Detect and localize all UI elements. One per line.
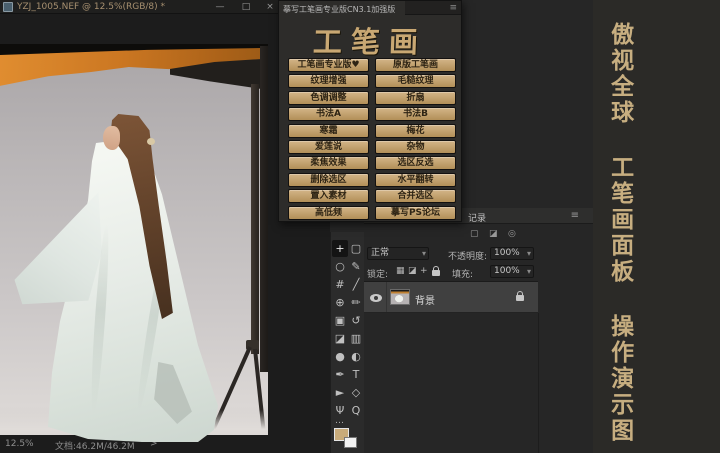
blur-tool-icon[interactable]: ● — [332, 348, 348, 365]
photoshop-screen: YZJ_1005.NEF @ 12.5%(RGB/8) * — □ × — [0, 0, 720, 453]
gongbi-tab-label: 摹写工笔画专业版CN3.1加强版 — [283, 4, 403, 15]
vertical-banner-text: 傲视全球 工笔画面板 操作演示图 — [605, 22, 633, 446]
gongbi-button-grid: 工笔画专业版♥ 原版工笔画 纹理增强 毛糙纹理 色调调整 折扇 书法A 书法B … — [288, 58, 456, 220]
photo-light-stand-pole — [251, 84, 259, 354]
gongbi-button-plum-blossom[interactable]: 梅花 — [375, 124, 456, 138]
layers-lock-row: 锁定: ▦ ◪ + 填充: 100% ▾ — [364, 263, 593, 281]
gongbi-button-place-material[interactable]: 置入素材 — [288, 189, 369, 203]
gongbi-button-texture-enhance[interactable]: 纹理增强 — [288, 74, 369, 88]
shape-tool-icon[interactable]: ◇ — [348, 384, 364, 401]
filter-pixel-icon[interactable]: ▢ — [470, 229, 479, 239]
gongbi-button-flip-horizontal[interactable]: 水平翻转 — [375, 173, 456, 187]
layer-lock-icon — [516, 295, 524, 301]
history-brush-tool-icon[interactable]: ↺ — [348, 312, 364, 329]
gongbi-button-lotus[interactable]: 爱莲说 — [288, 140, 369, 154]
gongbi-tab[interactable]: 摹写工笔画专业版CN3.1加强版 — [279, 1, 405, 15]
photo-hair-accessory — [147, 138, 155, 145]
right-banner: 傲视全球 工笔画面板 操作演示图 — [593, 0, 720, 453]
gongbi-button-soft-focus[interactable]: 柔焦效果 — [288, 156, 369, 170]
pen-tool-icon[interactable]: ✒ — [332, 366, 348, 383]
layer-row-background[interactable]: 背景 — [364, 281, 538, 313]
clone-stamp-tool-icon[interactable]: ▣ — [332, 312, 348, 329]
healing-brush-tool-icon[interactable]: ⊕ — [332, 294, 348, 311]
minimize-button[interactable]: — — [212, 1, 228, 13]
zoom-level-field[interactable]: 12.5% — [5, 439, 34, 449]
crop-tool-icon[interactable]: # — [332, 276, 348, 293]
fill-select[interactable]: 100% ▾ — [490, 265, 534, 278]
gongbi-button-forum[interactable]: 摹写PS论坛 — [375, 206, 456, 220]
brush-tool-icon[interactable]: ✏ — [348, 294, 364, 311]
document-file-icon — [3, 2, 13, 12]
eraser-tool-icon[interactable]: ◪ — [332, 330, 348, 347]
gongbi-button-original[interactable]: 原版工笔画 — [375, 58, 456, 72]
opacity-value: 100% — [494, 248, 520, 258]
lock-all-icon[interactable] — [432, 270, 440, 276]
close-button[interactable]: × — [262, 1, 278, 13]
gongbi-button-rough-texture[interactable]: 毛糙纹理 — [375, 74, 456, 88]
panel-menu-icon[interactable]: ≡ — [571, 210, 579, 221]
dodge-tool-icon[interactable]: ◐ — [348, 348, 364, 365]
tools-panel: + ▢ ○ ✎ # ╱ ⊕ ✏ ▣ ↺ ◪ ▥ ● ◐ ✒ T ► ◇ Ψ Q … — [330, 232, 364, 453]
gongbi-button-invert-selection[interactable]: 选区反选 — [375, 156, 456, 170]
lock-transparent-icon[interactable]: ▦ — [396, 266, 405, 276]
gongbi-button-folding-fan[interactable]: 折扇 — [375, 91, 456, 105]
tools-grid: + ▢ ○ ✎ # ╱ ⊕ ✏ ▣ ↺ ◪ ▥ ● ◐ ✒ T ► ◇ Ψ Q — [331, 240, 365, 419]
gongbi-button-frost[interactable]: 寒霜 — [288, 124, 369, 138]
chevron-down-icon: ▾ — [527, 266, 531, 277]
lock-position-icon[interactable]: + — [420, 266, 428, 276]
document-title: YZJ_1005.NEF @ 12.5%(RGB/8) * — [17, 2, 165, 12]
layer-name: 背景 — [415, 292, 435, 307]
tab-history[interactable]: 记录 — [468, 211, 486, 224]
layer-thumbnail[interactable] — [390, 289, 410, 305]
fill-value: 100% — [494, 266, 520, 276]
divider — [386, 282, 387, 312]
gongbi-button-frequency-separation[interactable]: 高低频 — [288, 206, 369, 220]
move-tool-icon[interactable]: + — [332, 240, 348, 257]
blend-mode-select[interactable]: 正常 ▾ — [367, 247, 429, 260]
photo-frame-edge — [260, 46, 268, 372]
quick-select-tool-icon[interactable]: ✎ — [348, 258, 364, 275]
lock-label: 锁定: — [367, 267, 388, 280]
maximize-button[interactable]: □ — [238, 1, 254, 13]
gongbi-extension-panel: 摹写工笔画专业版CN3.1加强版 ≡ 工笔画 工笔画专业版♥ 原版工笔画 纹理增… — [278, 0, 462, 222]
chevron-down-icon: ▾ — [422, 248, 426, 259]
background-color-swatch[interactable] — [344, 437, 357, 448]
tools-more-icon[interactable]: … — [335, 416, 344, 426]
gongbi-button-calligraphy-a[interactable]: 书法A — [288, 107, 369, 121]
panel-divider — [538, 313, 539, 453]
opacity-label: 不透明度: — [448, 249, 487, 262]
marquee-tool-icon[interactable]: ▢ — [348, 240, 364, 257]
gradient-tool-icon[interactable]: ▥ — [348, 330, 364, 347]
gongbi-menu-icon[interactable]: ≡ — [449, 3, 457, 13]
type-tool-icon[interactable]: T — [348, 366, 364, 383]
gongbi-button-tone-adjust[interactable]: 色调调整 — [288, 91, 369, 105]
layers-blend-row: 正常 ▾ 不透明度: 100% ▾ — [364, 245, 593, 263]
blend-mode-value: 正常 — [371, 248, 389, 258]
gongbi-button-merge-selection[interactable]: 合并选区 — [375, 189, 456, 203]
layer-visibility-eye-icon[interactable] — [370, 294, 382, 302]
filter-smart-object-icon[interactable]: ◎ — [508, 229, 516, 239]
eyedropper-tool-icon[interactable]: ╱ — [348, 276, 364, 293]
photo-woman-face — [103, 126, 120, 150]
gongbi-button-calligraphy-b[interactable]: 书法B — [375, 107, 456, 121]
filter-adjustment-icon[interactable]: ◪ — [489, 229, 498, 239]
layers-filter-row: ▢ ◪ ◎ — [364, 226, 593, 243]
lock-pixels-icon[interactable]: ◪ — [408, 266, 417, 276]
gongbi-button-props[interactable]: 杂物 — [375, 140, 456, 154]
path-select-tool-icon[interactable]: ► — [332, 384, 348, 401]
document-size-info: 文档:46.2M/46.2M — [55, 439, 135, 452]
zoom-tool-icon[interactable]: Q — [348, 402, 364, 419]
gongbi-panel-title: 工笔画 — [278, 19, 461, 61]
gongbi-button-pro[interactable]: 工笔画专业版♥ — [288, 58, 369, 72]
canvas-image[interactable] — [0, 44, 268, 446]
opacity-select[interactable]: 100% ▾ — [490, 247, 534, 260]
gongbi-tabstrip: 摹写工笔画专业版CN3.1加强版 ≡ — [279, 1, 461, 15]
gongbi-button-delete-selection[interactable]: 删除选区 — [288, 173, 369, 187]
chevron-down-icon: ▾ — [527, 248, 531, 259]
fill-label: 填充: — [452, 267, 473, 280]
lasso-tool-icon[interactable]: ○ — [332, 258, 348, 275]
